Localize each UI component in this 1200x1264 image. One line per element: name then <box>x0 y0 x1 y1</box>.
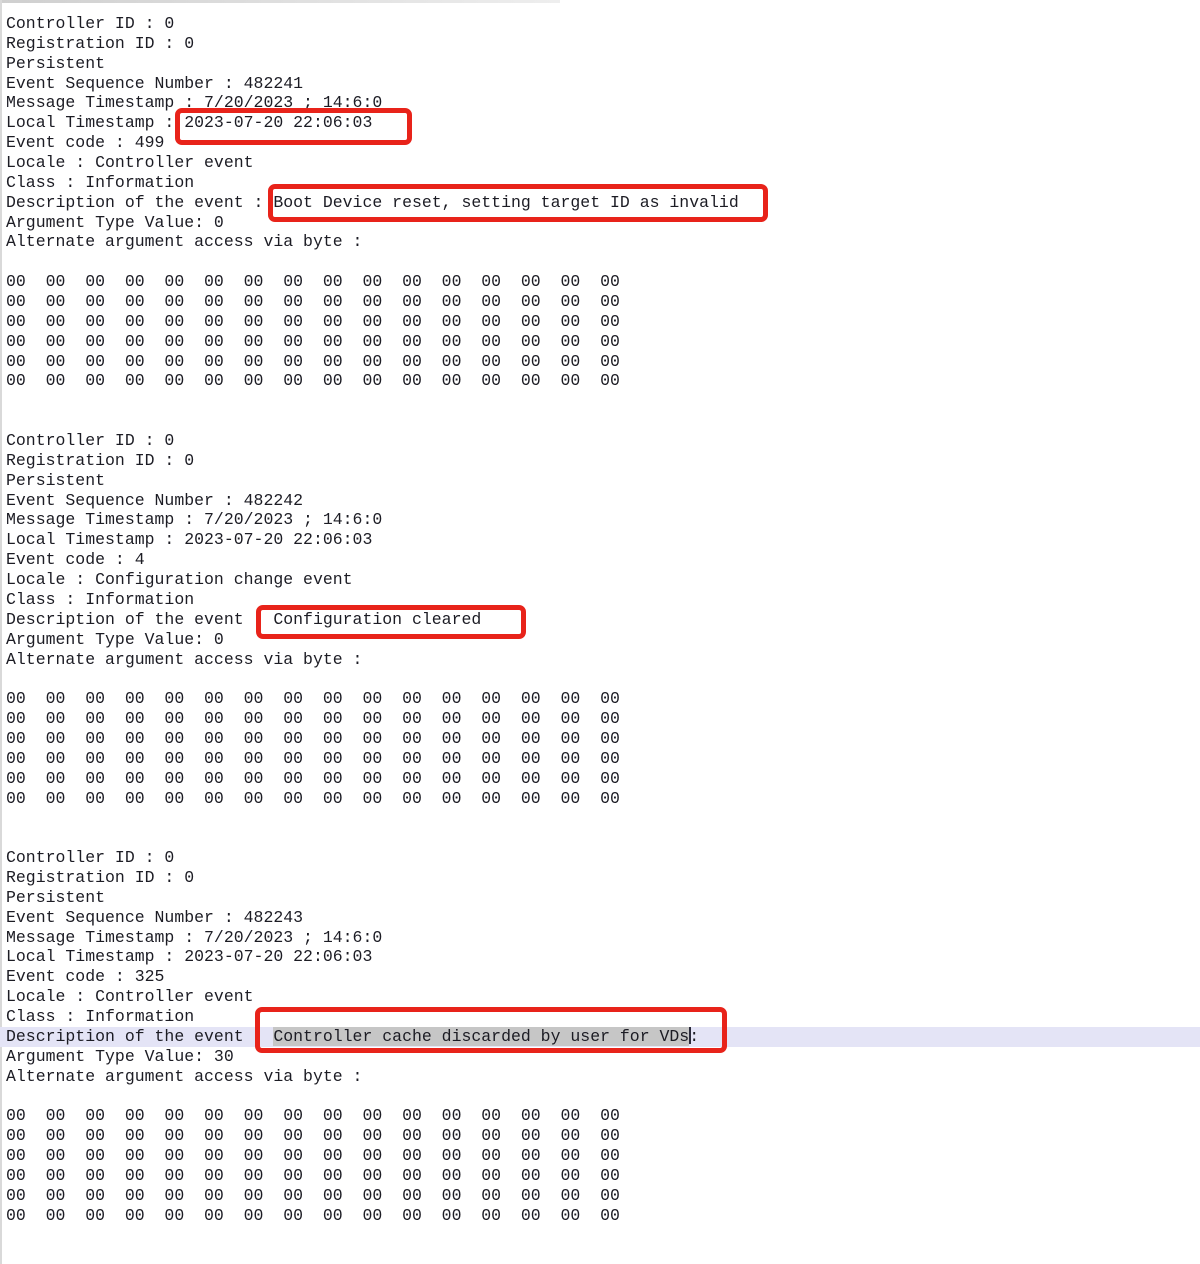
log-field-line: Local Timestamp : 2023-07-20 22:06:03 <box>6 947 1200 967</box>
log-field-line: Argument Type Value: 0 <box>6 630 1200 650</box>
log-field-line: Controller ID : 0 <box>6 431 1200 451</box>
hex-dump-line: 00 00 00 00 00 00 00 00 00 00 00 00 00 0… <box>6 371 1200 391</box>
hex-dump-line: 00 00 00 00 00 00 00 00 00 00 00 00 00 0… <box>6 729 1200 749</box>
document[interactable]: Controller ID : 0Registration ID : 0Pers… <box>6 14 1200 1225</box>
log-field-line: Local Timestamp : 2023-07-20 22:06:03 <box>6 530 1200 550</box>
line-text: Description of the event <box>6 1027 273 1046</box>
log-field-line: Persistent <box>6 54 1200 74</box>
selected-text: Controller cache discarded by user for V… <box>273 1027 689 1046</box>
hex-dump-line: 00 00 00 00 00 00 00 00 00 00 00 00 00 0… <box>6 332 1200 352</box>
log-field-line: Persistent <box>6 471 1200 491</box>
log-field-line: Locale : Controller event <box>6 153 1200 173</box>
log-line <box>6 808 1200 828</box>
hex-dump-line: 00 00 00 00 00 00 00 00 00 00 00 00 00 0… <box>6 352 1200 372</box>
highlighted-line: Description of the event Controller cach… <box>0 1027 1200 1047</box>
event-log-page: Controller ID : 0Registration ID : 0Pers… <box>0 0 1200 1264</box>
hex-dump-line: 00 00 00 00 00 00 00 00 00 00 00 00 00 0… <box>6 709 1200 729</box>
log-field-line: Registration ID : 0 <box>6 451 1200 471</box>
log-field-line: Event code : 325 <box>6 967 1200 987</box>
log-line <box>6 391 1200 411</box>
log-field-line: Argument Type Value: 30 <box>6 1047 1200 1067</box>
hex-dump-line: 00 00 00 00 00 00 00 00 00 00 00 00 00 0… <box>6 1166 1200 1186</box>
log-field-line: Message Timestamp : 7/20/2023 ; 14:6:0 <box>6 928 1200 948</box>
log-field-line: Controller ID : 0 <box>6 14 1200 34</box>
log-field-line: Argument Type Value: 0 <box>6 213 1200 233</box>
log-field-line: Controller ID : 0 <box>6 848 1200 868</box>
log-line <box>6 828 1200 848</box>
hex-dump-line: 00 00 00 00 00 00 00 00 00 00 00 00 00 0… <box>6 1186 1200 1206</box>
log-field-line: Class : Information <box>6 590 1200 610</box>
log-field-line: Registration ID : 0 <box>6 34 1200 54</box>
log-field-line: Alternate argument access via byte : <box>6 650 1200 670</box>
hex-dump-line: 00 00 00 00 00 00 00 00 00 00 00 00 00 0… <box>6 272 1200 292</box>
log-field-line: Event Sequence Number : 482241 <box>6 74 1200 94</box>
log-field-line: Locale : Configuration change event <box>6 570 1200 590</box>
hex-dump-line: 00 00 00 00 00 00 00 00 00 00 00 00 00 0… <box>6 1106 1200 1126</box>
log-field-line: Registration ID : 0 <box>6 868 1200 888</box>
window-top-edge <box>0 0 560 3</box>
log-field-line: Message Timestamp : 7/20/2023 ; 14:6:0 <box>6 510 1200 530</box>
hex-dump-line: 00 00 00 00 00 00 00 00 00 00 00 00 00 0… <box>6 312 1200 332</box>
hex-dump-line: 00 00 00 00 00 00 00 00 00 00 00 00 00 0… <box>6 769 1200 789</box>
log-field-line: Locale : Controller event <box>6 987 1200 1007</box>
log-field-line: Class : Information <box>6 173 1200 193</box>
log-field-line: Class : Information <box>6 1007 1200 1027</box>
log-field-line: Persistent <box>6 888 1200 908</box>
hex-dump-line: 00 00 00 00 00 00 00 00 00 00 00 00 00 0… <box>6 1206 1200 1226</box>
hex-dump-line: 00 00 00 00 00 00 00 00 00 00 00 00 00 0… <box>6 1146 1200 1166</box>
log-field-line: Description of the event Configuration c… <box>6 610 1200 630</box>
log-line <box>6 252 1200 272</box>
log-field-line: Event Sequence Number : 482243 <box>6 908 1200 928</box>
hex-dump-line: 00 00 00 00 00 00 00 00 00 00 00 00 00 0… <box>6 689 1200 709</box>
hex-dump-line: 00 00 00 00 00 00 00 00 00 00 00 00 00 0… <box>6 1126 1200 1146</box>
window-left-edge <box>0 0 2 1264</box>
log-line <box>6 411 1200 431</box>
hex-dump-line: 00 00 00 00 00 00 00 00 00 00 00 00 00 0… <box>6 749 1200 769</box>
log-field-line: Event code : 499 <box>6 133 1200 153</box>
log-field-line: Description of the event : Boot Device r… <box>6 193 1200 213</box>
log-field-line: Event Sequence Number : 482242 <box>6 491 1200 511</box>
log-field-line: Alternate argument access via byte : <box>6 232 1200 252</box>
log-field-line: Message Timestamp : 7/20/2023 ; 14:6:0 <box>6 93 1200 113</box>
log-line <box>6 1086 1200 1106</box>
hex-dump-line: 00 00 00 00 00 00 00 00 00 00 00 00 00 0… <box>6 789 1200 809</box>
log-line <box>6 669 1200 689</box>
log-field-line: Alternate argument access via byte : <box>6 1067 1200 1087</box>
log-field-line: Event code : 4 <box>6 550 1200 570</box>
hex-dump-line: 00 00 00 00 00 00 00 00 00 00 00 00 00 0… <box>6 292 1200 312</box>
log-field-line: Local Timestamp : 2023-07-20 22:06:03 <box>6 113 1200 133</box>
line-text: : <box>689 1027 699 1046</box>
